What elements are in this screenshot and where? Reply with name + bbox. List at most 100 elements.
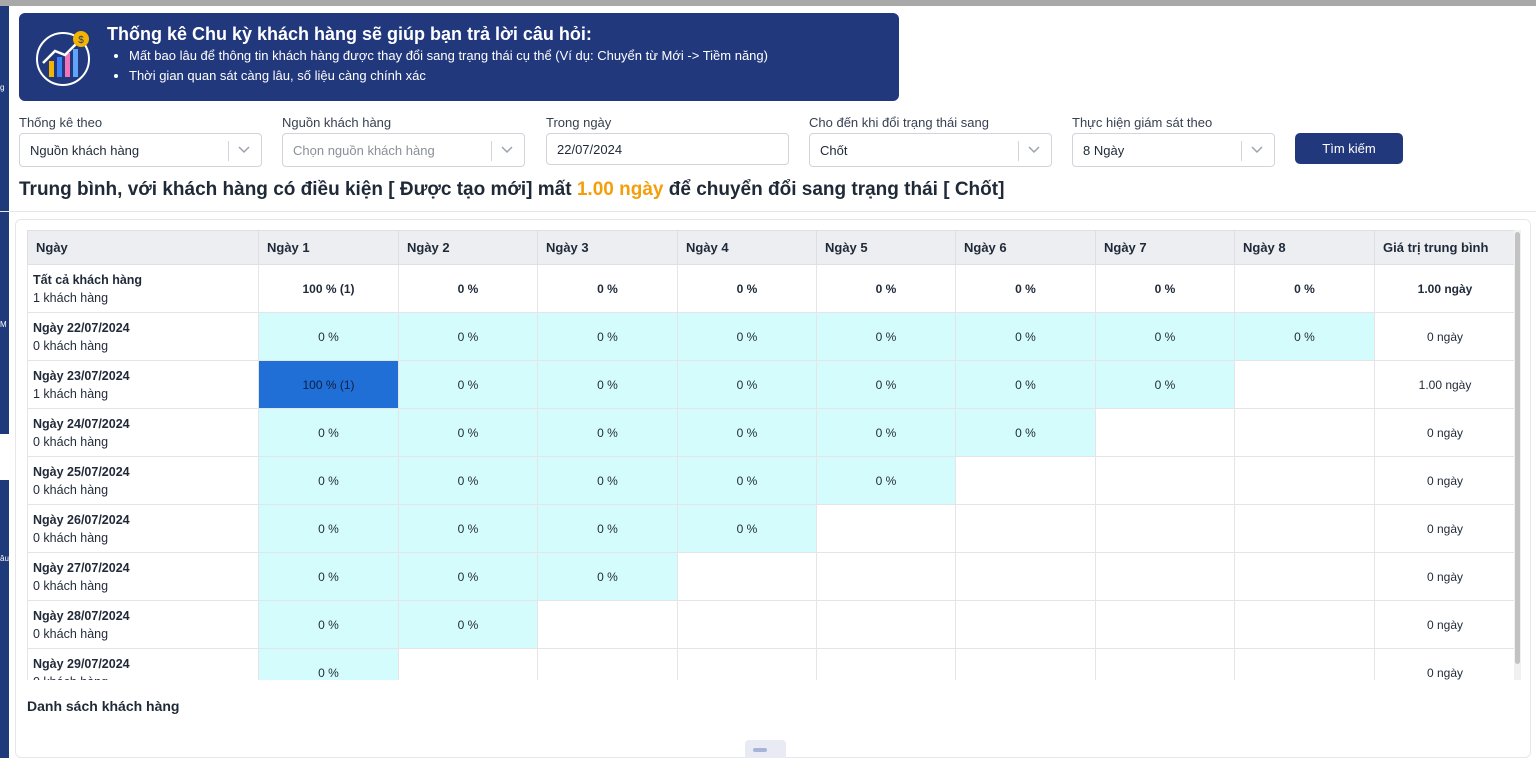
day-cell[interactable]: 0 % — [537, 504, 678, 553]
row-customer-count: 0 khách hàng — [33, 673, 258, 681]
day-cell — [1234, 456, 1375, 505]
banner-title: Thống kê Chu kỳ khách hàng sẽ giúp bạn t… — [107, 24, 592, 44]
summary-highlight: 1.00 ngày — [576, 179, 664, 200]
source-select[interactable]: Chọn nguồn khách hàng — [282, 133, 525, 167]
table-scrollbar-thumb[interactable] — [1515, 232, 1520, 664]
day-cell[interactable]: 0 % — [537, 552, 678, 601]
day-cell[interactable]: 0 % — [258, 648, 399, 680]
day-cell[interactable]: 0 % — [537, 456, 678, 505]
average-cell: 0 ngày — [1374, 648, 1515, 680]
day-cell[interactable]: 0 % — [398, 264, 538, 313]
day-cell[interactable]: 100 % (1) — [258, 264, 399, 313]
day-cell[interactable]: 0 % — [1095, 312, 1235, 361]
column-header: Ngày 6 — [955, 230, 1096, 265]
day-cell[interactable]: 0 % — [258, 600, 399, 649]
day-cell[interactable]: 0 % — [816, 408, 956, 457]
day-cell[interactable]: 0 % — [1234, 264, 1375, 313]
day-cell — [816, 552, 956, 601]
day-cell[interactable]: 0 % — [816, 264, 956, 313]
day-cell[interactable]: 0 % — [955, 264, 1096, 313]
stat-by-select[interactable]: Nguồn khách hàng — [19, 133, 262, 167]
day-cell[interactable]: 100 % (1) — [258, 360, 399, 409]
chart-coin-icon: $ — [36, 31, 90, 86]
filter-stat-by: Thống kê theo Nguồn khách hàng — [19, 115, 262, 167]
day-cell[interactable]: 0 % — [955, 408, 1096, 457]
chevron-down-icon — [501, 146, 513, 154]
day-cell[interactable]: 0 % — [816, 360, 956, 409]
average-cell: 0 ngày — [1374, 456, 1515, 505]
left-nav-strip[interactable]: g M — [0, 6, 9, 434]
day-cell[interactable]: 0 % — [537, 360, 678, 409]
filter-label: Thống kê theo — [19, 115, 103, 130]
filter-until-status: Cho đến khi đổi trạng thái sang Chốt — [809, 115, 1052, 167]
day-cell[interactable]: 0 % — [398, 408, 538, 457]
day-cell — [1234, 600, 1375, 649]
row-customer-count: 0 khách hàng — [33, 626, 109, 641]
filter-label: Cho đến khi đổi trạng thái sang — [809, 115, 989, 130]
column-header: Ngày 4 — [677, 230, 817, 265]
summary-text: Trung bình, với khách hàng có điều kiện … — [19, 179, 1005, 200]
date-input[interactable]: 22/07/2024 — [546, 133, 789, 165]
average-cell: 0 ngày — [1374, 408, 1515, 457]
until-status-select[interactable]: Chốt — [809, 133, 1052, 167]
day-cell[interactable]: 0 % — [677, 504, 817, 553]
search-button[interactable]: Tìm kiếm — [1295, 133, 1403, 164]
day-cell[interactable]: 0 % — [398, 552, 538, 601]
day-cell[interactable]: 0 % — [537, 264, 678, 313]
table-row: Ngày 25/07/2024 0 khách hàng 0 % 0 % 0 % 0 % 0… — [27, 456, 1515, 505]
row-customer-count: 0 khách hàng — [33, 578, 109, 593]
day-cell[interactable]: 0 % — [955, 312, 1096, 361]
day-cell[interactable]: 0 % — [398, 360, 538, 409]
day-cell — [1095, 456, 1235, 505]
banner-bullets: Mất bao lâu để thông tin khách hàng được… — [129, 49, 768, 89]
day-cell — [677, 552, 817, 601]
day-cell[interactable]: 0 % — [816, 312, 956, 361]
day-cell[interactable]: 0 % — [955, 360, 1096, 409]
svg-text:$: $ — [78, 35, 84, 46]
day-cell[interactable]: 0 % — [677, 456, 817, 505]
row-date: Ngày 26/07/2024 — [33, 512, 130, 527]
day-cell — [537, 648, 678, 680]
day-cell — [1095, 552, 1235, 601]
day-cell[interactable]: 0 % — [677, 312, 817, 361]
day-cell[interactable]: 0 % — [816, 456, 956, 505]
day-cell[interactable]: 0 % — [537, 408, 678, 457]
average-cell: 1.00 ngày — [1374, 360, 1515, 409]
row-date: Ngày 22/07/2024 — [33, 320, 130, 335]
row-customer-count: 0 khách hàng — [33, 482, 109, 497]
day-cell[interactable]: 0 % — [258, 552, 399, 601]
column-header: Ngày 2 — [398, 230, 538, 265]
row-customer-count: 0 khách hàng — [33, 338, 109, 353]
chevron-down-icon — [1028, 146, 1040, 154]
filter-label: Trong ngày — [546, 115, 612, 130]
day-cell[interactable]: 0 % — [258, 504, 399, 553]
day-cell[interactable]: 0 % — [677, 360, 817, 409]
day-cell[interactable]: 0 % — [258, 456, 399, 505]
left-nav-strip-lower[interactable]: âu — [0, 480, 9, 758]
day-cell[interactable]: 0 % — [1095, 360, 1235, 409]
day-cell[interactable]: 0 % — [1234, 312, 1375, 361]
day-cell[interactable]: 0 % — [1095, 264, 1235, 313]
day-cell[interactable]: 0 % — [398, 456, 538, 505]
day-cell[interactable]: 0 % — [258, 312, 399, 361]
day-cell[interactable]: 0 % — [677, 408, 817, 457]
day-cell — [398, 648, 538, 680]
day-cell — [816, 600, 956, 649]
day-cell — [1095, 648, 1235, 680]
day-cell[interactable]: 0 % — [398, 312, 538, 361]
average-cell: 0 ngày — [1374, 552, 1515, 601]
monitor-select[interactable]: 8 Ngày — [1072, 133, 1275, 167]
day-cell[interactable]: 0 % — [398, 504, 538, 553]
cohort-table-container[interactable]: Ngày Ngày 1 Ngày 2 Ngày 3 Ngày 4 Ngày 5 Ngày 6… — [27, 230, 1515, 680]
day-cell — [537, 600, 678, 649]
table-header-row: Ngày Ngày 1 Ngày 2 Ngày 3 Ngày 4 Ngày 5 Ngày 6… — [27, 230, 1515, 265]
day-cell[interactable]: 0 % — [537, 312, 678, 361]
day-cell[interactable]: 0 % — [677, 264, 817, 313]
day-cell[interactable]: 0 % — [258, 408, 399, 457]
column-header: Ngày — [27, 230, 259, 265]
row-customer-count: 1 khách hàng — [33, 290, 109, 305]
row-date: Ngày 23/07/2024 — [33, 368, 130, 383]
day-cell[interactable]: 0 % — [398, 600, 538, 649]
chevron-down-icon — [1251, 146, 1263, 154]
banner-bullet: Thời gian quan sát càng lâu, số liệu càn… — [129, 69, 768, 83]
